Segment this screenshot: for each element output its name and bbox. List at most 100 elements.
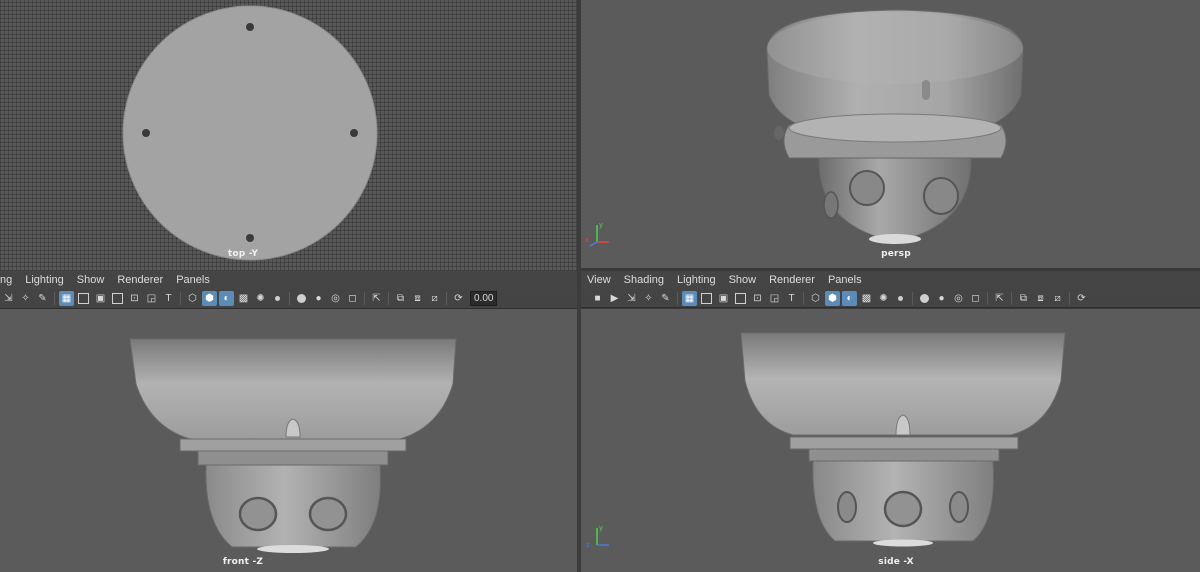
- screw-hole: [350, 129, 358, 137]
- safe-action-icon[interactable]: ◲: [767, 291, 782, 306]
- default-lighting-icon[interactable]: ◐: [219, 291, 234, 306]
- menu-renderer[interactable]: Renderer: [769, 274, 815, 286]
- left-panel-toolbar: ⇲ ✧ ✎ ▦ ▣ ⊡ ◲ T ⬡ ⬢ ◐ ▩ ✺ ● ◎ ◻ ⇱ ⧉ ⧈ ⧄ …: [0, 289, 577, 309]
- use-all-lights-icon[interactable]: ✺: [876, 291, 891, 306]
- viewport-label-front: front -Z: [222, 557, 264, 567]
- menu-panels[interactable]: Panels: [828, 274, 862, 286]
- isolate-select-icon[interactable]: ⇱: [369, 291, 384, 306]
- default-lighting-icon[interactable]: ◐: [842, 290, 857, 306]
- lock-camera-icon[interactable]: ▶: [607, 291, 622, 306]
- field-chart-icon[interactable]: ⊡: [127, 291, 142, 306]
- left-panel-menubar: ng Lighting Show Renderer Panels: [0, 271, 577, 289]
- camera-attributes-icon[interactable]: ⇲: [624, 291, 639, 306]
- svg-text:y: y: [599, 221, 603, 229]
- xray-icon[interactable]: ⧉: [393, 291, 408, 306]
- menu-lighting[interactable]: Lighting: [25, 274, 64, 286]
- select-camera-icon[interactable]: ■: [590, 291, 605, 306]
- exposure-icon[interactable]: ⟳: [451, 291, 466, 306]
- safe-title-icon[interactable]: T: [161, 291, 176, 306]
- film-gate-icon[interactable]: [699, 291, 714, 306]
- image-plane-icon[interactable]: ✎: [658, 291, 673, 306]
- screw-hole: [142, 129, 150, 137]
- side-view-model: [740, 332, 1066, 547]
- xray-icon[interactable]: ⧉: [1016, 291, 1031, 306]
- exposure-field[interactable]: 0.00: [470, 291, 498, 306]
- multisample-aa-icon[interactable]: ◎: [328, 291, 343, 306]
- resolution-gate-icon[interactable]: ▣: [716, 291, 731, 306]
- motion-blur-icon[interactable]: ●: [311, 291, 326, 306]
- shadows-icon[interactable]: [270, 291, 285, 306]
- bookmark-icon[interactable]: ✧: [18, 291, 33, 306]
- toolbar-separator: [803, 291, 804, 305]
- resolution-gate-icon[interactable]: ▣: [93, 291, 108, 306]
- front-view-model: [129, 338, 457, 553]
- viewport-persp[interactable]: y x persp: [581, 0, 1200, 268]
- axis-gizmo-icon: y x: [585, 221, 609, 247]
- depth-of-field-icon[interactable]: ◻: [345, 291, 360, 306]
- isolate-select-icon[interactable]: ⇱: [992, 291, 1007, 306]
- menu-shading-truncated[interactable]: ng: [0, 274, 12, 286]
- depth-of-field-icon[interactable]: ◻: [968, 291, 983, 306]
- toolbar-separator: [388, 292, 389, 305]
- exposure-icon[interactable]: ⟳: [1074, 291, 1089, 306]
- menu-view[interactable]: View: [587, 274, 611, 286]
- menu-renderer[interactable]: Renderer: [117, 274, 163, 286]
- multisample-aa-icon[interactable]: ◎: [951, 291, 966, 306]
- menu-lighting[interactable]: Lighting: [677, 274, 716, 286]
- safe-title-icon[interactable]: T: [784, 291, 799, 306]
- gate-mask-icon[interactable]: [110, 291, 125, 306]
- panel-divider[interactable]: [577, 0, 581, 572]
- xray-joints-icon[interactable]: ⧈: [410, 291, 425, 306]
- viewport-top[interactable]: top -Y: [0, 0, 577, 271]
- grid-toggle-icon[interactable]: ▦: [59, 291, 74, 306]
- shadows-icon[interactable]: [893, 291, 908, 306]
- toolbar-separator: [987, 291, 988, 305]
- top-view-model: [122, 5, 378, 261]
- viewport-side[interactable]: y z side -X: [581, 309, 1200, 572]
- right-panel-menubar: View Shading Lighting Show Renderer Pane…: [581, 271, 1200, 289]
- image-plane-icon[interactable]: ✎: [35, 291, 50, 306]
- smooth-shade-icon[interactable]: ⬢: [202, 291, 217, 306]
- wireframe-icon[interactable]: ⬡: [185, 291, 200, 306]
- use-all-lights-icon[interactable]: ✺: [253, 291, 268, 306]
- xray-active-icon[interactable]: ⧄: [427, 291, 442, 306]
- wireframe-icon[interactable]: ⬡: [808, 291, 823, 306]
- safe-action-icon[interactable]: ◲: [144, 291, 159, 306]
- menu-show[interactable]: Show: [729, 274, 757, 286]
- bookmark-icon[interactable]: ✧: [641, 291, 656, 306]
- svg-text:y: y: [599, 524, 603, 532]
- viewport-label-side: side -X: [878, 557, 914, 567]
- field-chart-icon[interactable]: ⊡: [750, 291, 765, 306]
- xray-joints-icon[interactable]: ⧈: [1033, 291, 1048, 306]
- menu-shading[interactable]: Shading: [624, 274, 664, 286]
- menu-panels[interactable]: Panels: [176, 274, 210, 286]
- toolbar-separator: [289, 292, 290, 305]
- axis-gizmo-icon: y z: [586, 524, 609, 549]
- viewport-label-top: top -Y: [227, 249, 259, 259]
- textured-icon[interactable]: ▩: [859, 291, 874, 306]
- screen-space-ao-icon[interactable]: [917, 291, 932, 306]
- screen-space-ao-icon[interactable]: [294, 291, 309, 306]
- toolbar-separator: [677, 291, 678, 305]
- menu-show[interactable]: Show: [77, 274, 105, 286]
- xray-active-icon[interactable]: ⧄: [1050, 291, 1065, 306]
- toolbar-separator: [446, 292, 447, 305]
- viewport-front[interactable]: front -Z: [0, 309, 577, 572]
- toolbar-separator: [1069, 291, 1070, 305]
- smooth-shade-icon[interactable]: ⬢: [825, 290, 840, 306]
- film-gate-icon[interactable]: [76, 291, 91, 306]
- persp-view-model: [766, 9, 1024, 244]
- screw-hole: [246, 234, 254, 242]
- screw-hole: [246, 23, 254, 31]
- viewport-label-persp: persp: [881, 249, 911, 259]
- grid-toggle-icon[interactable]: ▦: [682, 290, 697, 306]
- motion-blur-icon[interactable]: ●: [934, 291, 949, 306]
- toolbar-separator: [364, 292, 365, 305]
- textured-icon[interactable]: ▩: [236, 291, 251, 306]
- camera-attributes-icon[interactable]: ⇲: [1, 291, 16, 306]
- toolbar-separator: [180, 292, 181, 305]
- svg-text:z: z: [586, 541, 590, 549]
- toolbar-separator: [54, 292, 55, 305]
- gate-mask-icon[interactable]: [733, 291, 748, 306]
- right-panel-toolbar: ■ ▶ ⇲ ✧ ✎ ▦ ▣ ⊡ ◲ T ⬡ ⬢ ◐ ▩ ✺ ● ◎ ◻ ⇱ ⧉ …: [581, 289, 1200, 308]
